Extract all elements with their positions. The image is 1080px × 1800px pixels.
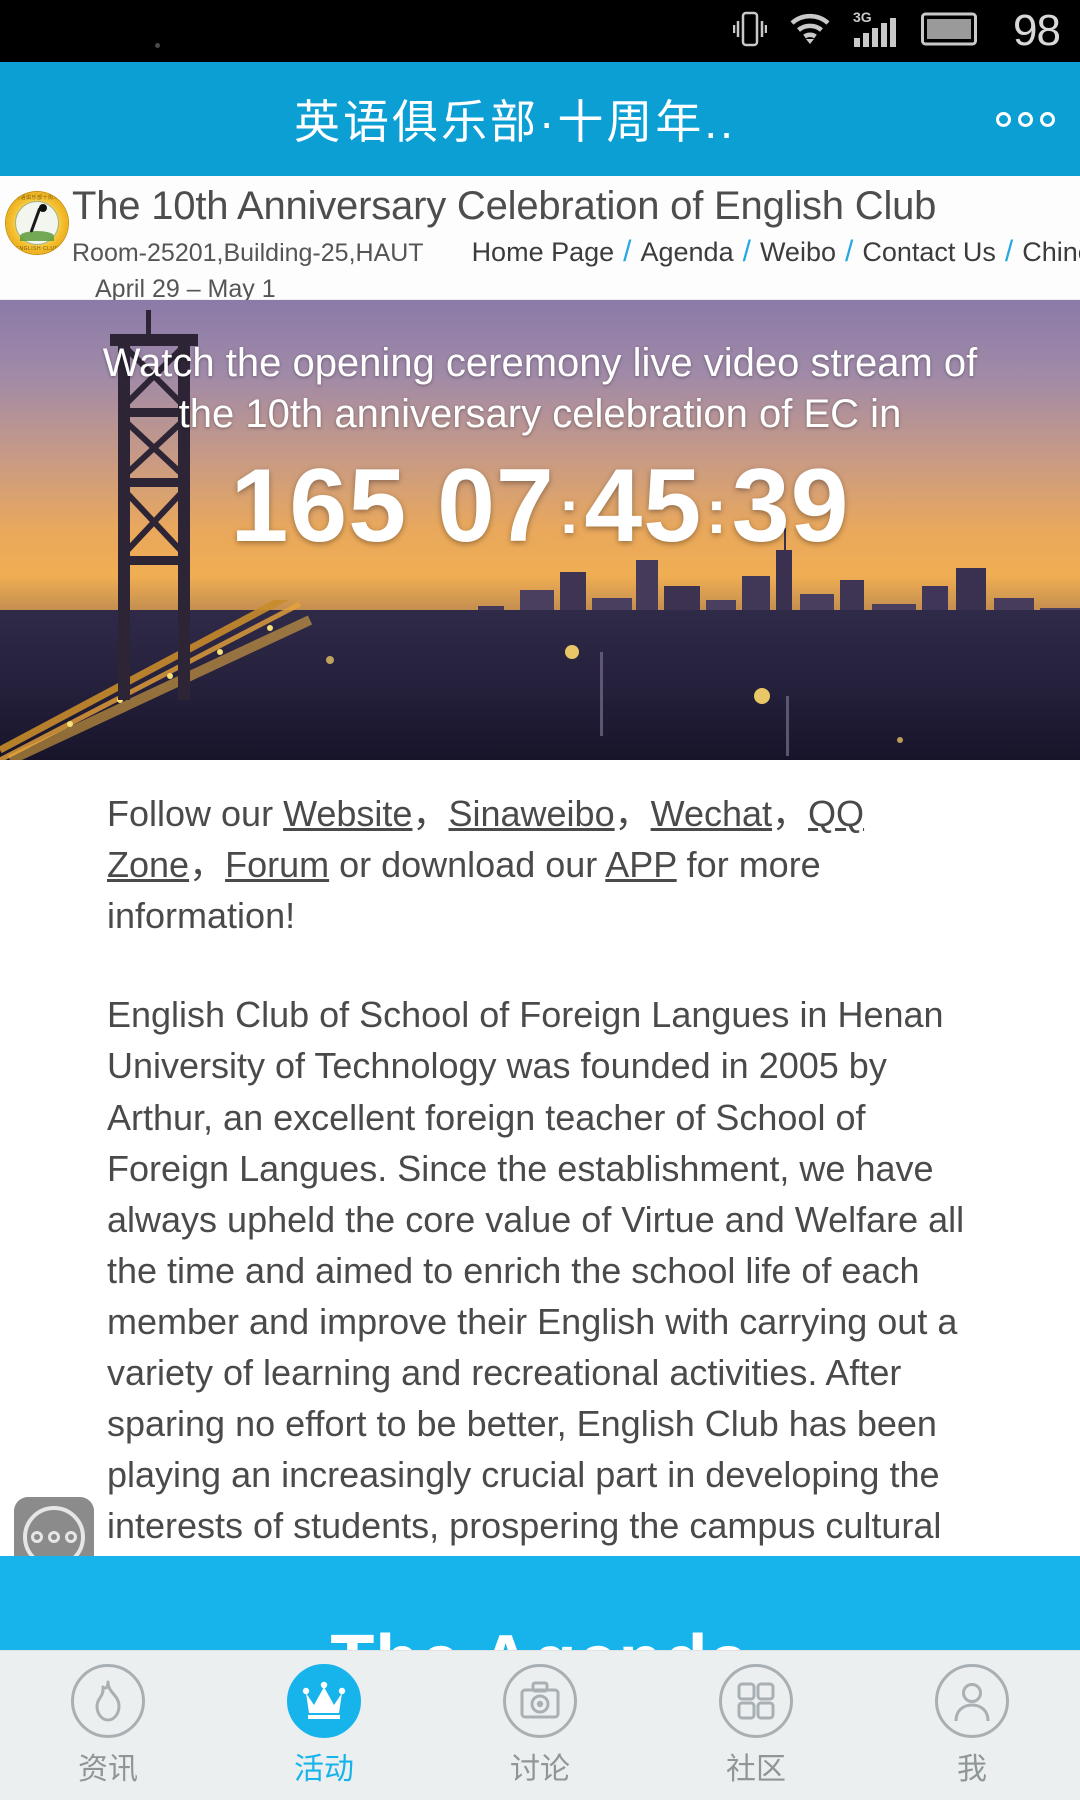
tab-news[interactable]: 资讯 — [0, 1651, 216, 1800]
comma: ， — [614, 793, 651, 834]
countdown-separator: : — [706, 478, 728, 548]
hero-banner[interactable]: Watch the opening ceremony live video st… — [0, 300, 1080, 760]
battery-icon — [921, 12, 978, 51]
comma: ， — [412, 793, 449, 834]
follow-middle: or download our — [329, 844, 606, 886]
logo-top-text: 英语俱乐部十周年 — [14, 195, 59, 201]
tab-label-community: 社区 — [726, 1752, 786, 1786]
countdown-timer: 165 07 : 45 : 39 — [231, 454, 850, 558]
status-bar-notification-dot — [155, 43, 160, 48]
svg-text:3G: 3G — [853, 9, 872, 25]
battery-percent: 98 — [1013, 6, 1061, 55]
tab-me[interactable]: 我 — [864, 1651, 1080, 1800]
site-subheader: Room-25201,Building-25,HAUT Home Page / … — [0, 235, 1080, 269]
app-title-bar: 英语俱乐部·十周年.. — [0, 62, 1080, 176]
agenda-section-title: The Agenda — [0, 1620, 1080, 1650]
tab-label-news: 资讯 — [78, 1752, 138, 1786]
about-paragraph: English Club of School of Foreign Langue… — [107, 994, 965, 1597]
person-icon — [935, 1663, 1009, 1738]
agenda-section-strip[interactable]: The Agenda — [0, 1556, 1080, 1650]
countdown-seconds: 39 — [731, 448, 850, 565]
link-website[interactable]: Website — [283, 793, 412, 834]
wifi-icon — [789, 13, 831, 50]
tab-label-me: 我 — [957, 1752, 987, 1786]
nav-separator: / — [1004, 235, 1014, 268]
countdown-separator: : — [558, 478, 581, 548]
link-app[interactable]: APP — [605, 844, 676, 885]
follow-prefix: Follow our — [107, 793, 284, 834]
nav-separator: / — [623, 235, 632, 268]
link-wechat[interactable]: Wechat — [651, 793, 772, 834]
tab-activity[interactable]: 活动 — [216, 1651, 432, 1800]
english-club-logo-icon: 英语俱乐部十周年 ENGLISH CLUB — [6, 192, 68, 254]
grid-icon — [719, 1663, 793, 1738]
nav-separator: / — [844, 235, 854, 268]
follow-paragraph: Follow our Website，Sinaweibo，Wechat，QQ Z… — [107, 788, 984, 941]
tab-label-activity: 活动 — [294, 1752, 354, 1786]
page-content: Follow our Website，Sinaweibo，Wechat，QQ Z… — [0, 760, 1080, 1603]
link-forum[interactable]: Forum — [225, 844, 329, 885]
nav-item-agenda[interactable]: Agenda — [641, 237, 734, 268]
nav-item-home-page[interactable]: Home Page — [472, 237, 615, 268]
status-bar: 3G 98 — [0, 0, 1080, 62]
comma: ， — [189, 844, 226, 886]
flame-icon — [71, 1663, 145, 1738]
site-title: The 10th Anniversary Celebration of Engl… — [72, 184, 937, 228]
bottom-tab-bar: 资讯 活动 讨论 社区 我 — [0, 1650, 1080, 1800]
vibrate-icon — [732, 9, 768, 54]
hero-overlay: Watch the opening ceremony live video st… — [0, 300, 1080, 760]
logo-bottom-text: ENGLISH CLUB — [15, 246, 59, 252]
link-sinaweibo[interactable]: Sinaweibo — [448, 793, 614, 834]
nav-item-chinese[interactable]: Chinese — [1022, 237, 1080, 268]
nav-item-weibo[interactable]: Weibo — [760, 237, 836, 268]
page-title: 英语俱乐部·十周年.. — [294, 96, 736, 148]
more-dots-icon — [995, 111, 1055, 127]
venue-address: Room-25201,Building-25,HAUT — [72, 239, 424, 267]
logo-grass-shape — [20, 231, 54, 241]
site-nav: Home Page / Agenda / Weibo / Contact Us … — [472, 235, 1080, 269]
tab-community[interactable]: 社区 — [648, 1651, 864, 1800]
camera-icon — [503, 1663, 577, 1738]
comma: ， — [772, 793, 809, 834]
signal-icon: 3G — [853, 9, 899, 54]
nav-item-contact-us[interactable]: Contact Us — [862, 237, 996, 268]
overflow-menu-button[interactable] — [970, 111, 1080, 127]
tab-discussion[interactable]: 讨论 — [432, 1651, 648, 1800]
status-bar-icons: 3G 98 — [732, 6, 1061, 55]
countdown-hours: 07 — [437, 448, 555, 565]
crown-icon — [287, 1663, 361, 1738]
countdown-days: 165 — [230, 448, 408, 565]
site-header: 英语俱乐部十周年 ENGLISH CLUB The 10th Anniversa… — [0, 176, 1080, 303]
tab-label-discussion: 讨论 — [510, 1752, 570, 1786]
nav-separator: / — [742, 235, 751, 268]
logo-mic-head — [39, 204, 47, 212]
hero-headline: Watch the opening ceremony live video st… — [102, 341, 978, 437]
countdown-minutes: 45 — [584, 448, 703, 565]
